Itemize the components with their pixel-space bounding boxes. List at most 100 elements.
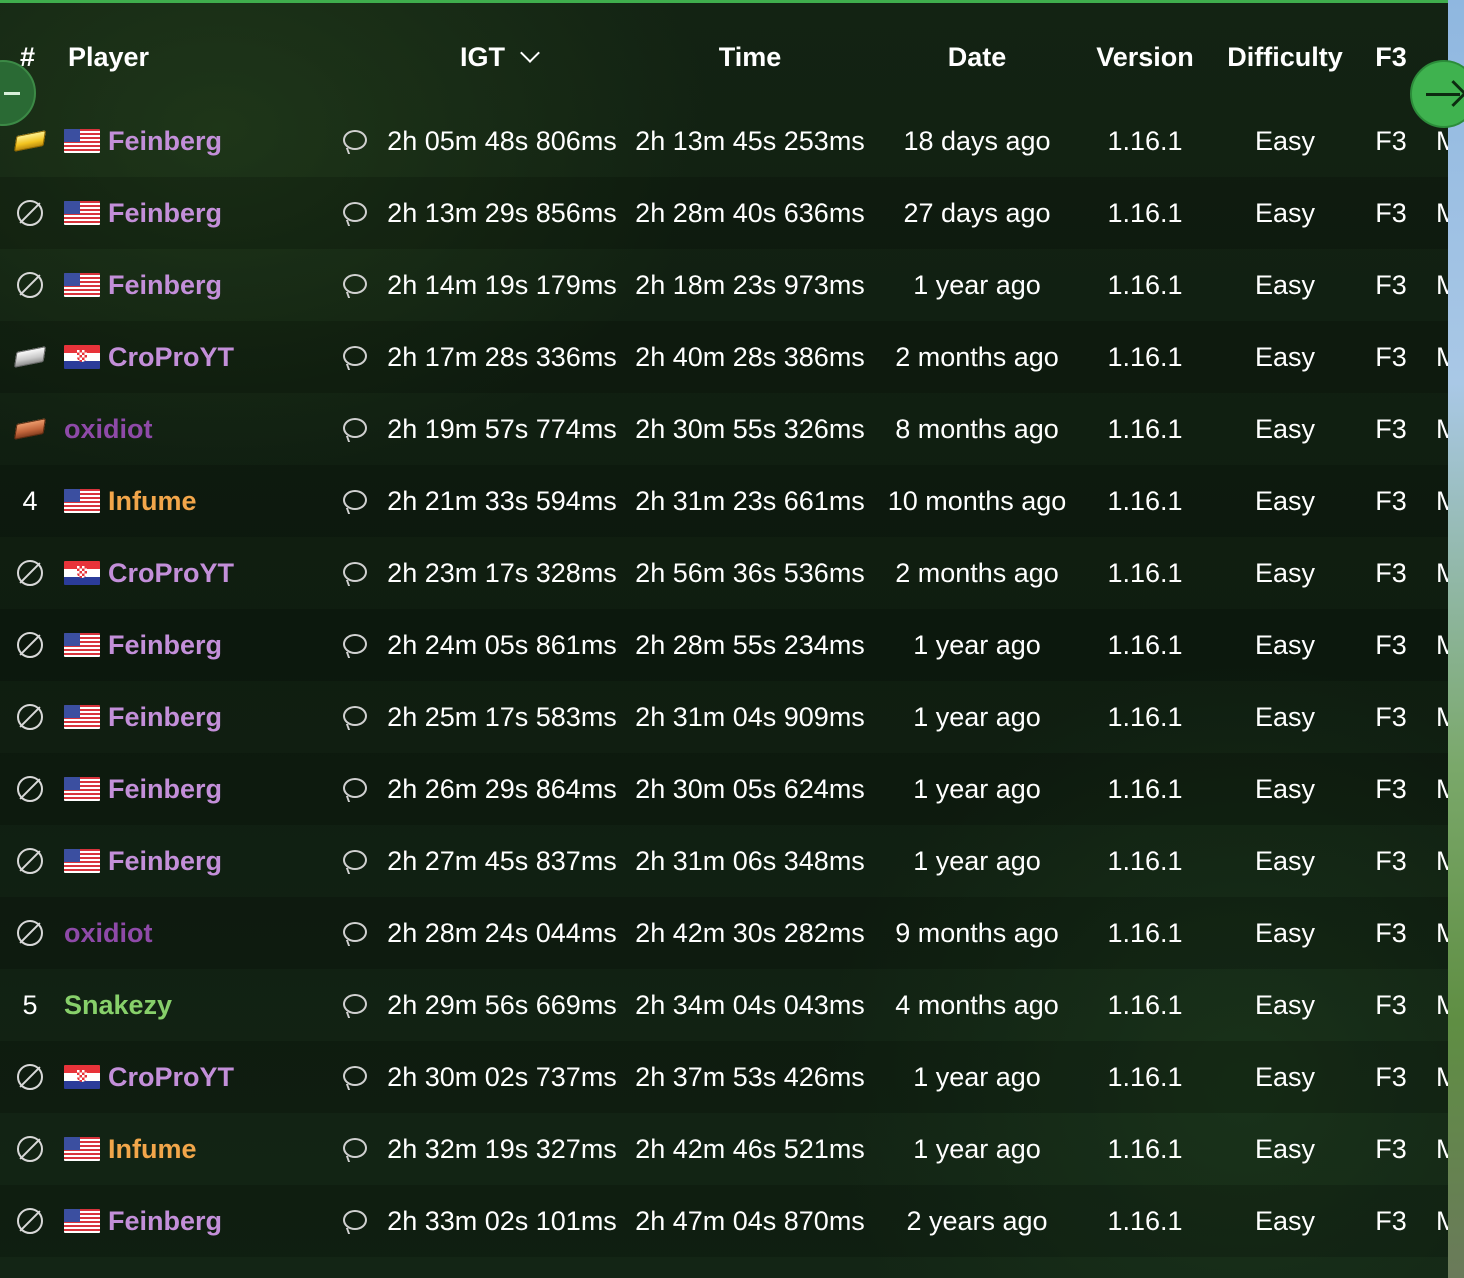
version-cell: 1.16.1 bbox=[1107, 990, 1183, 1020]
table-row[interactable]: Feinberg 2h 14m 19s 179ms 2h 18m 23s 973ms… bbox=[0, 249, 1448, 321]
comment-icon[interactable] bbox=[343, 994, 367, 1014]
f3-cell: F3 bbox=[1375, 558, 1407, 588]
header-time[interactable]: Time bbox=[630, 40, 870, 74]
comment-icon[interactable] bbox=[343, 634, 367, 654]
table-header: # Player IGT Time Date Version Difficult… bbox=[0, 0, 1448, 112]
date-cell: 1 year ago bbox=[913, 774, 1041, 804]
no-symbol-icon bbox=[17, 703, 43, 730]
player-link[interactable]: oxidiot bbox=[64, 393, 153, 465]
version-cell: 1.16.1 bbox=[1107, 1134, 1183, 1164]
player-link[interactable]: Feinberg bbox=[108, 681, 222, 753]
truncated-cell: M bbox=[1436, 558, 1448, 588]
comment-icon[interactable] bbox=[343, 346, 367, 366]
truncated-cell: M bbox=[1436, 486, 1448, 516]
comment-icon[interactable] bbox=[343, 202, 367, 222]
truncated-cell: M bbox=[1436, 702, 1448, 732]
player-link[interactable]: Infume bbox=[108, 465, 197, 537]
comment-icon[interactable] bbox=[343, 562, 367, 582]
time-cell: 2h 31m 23s 661ms bbox=[635, 486, 865, 516]
player-link[interactable]: Feinberg bbox=[108, 249, 222, 321]
difficulty-cell: Easy bbox=[1254, 126, 1316, 156]
date-cell: 1 year ago bbox=[913, 846, 1041, 876]
no-symbol-icon bbox=[17, 919, 43, 946]
player-link[interactable]: CroProYT bbox=[108, 321, 234, 393]
truncated-cell: M bbox=[1436, 1134, 1448, 1164]
table-row[interactable]: Feinberg 2h 05m 48s 806ms 2h 13m 45s 253ms… bbox=[0, 105, 1448, 177]
table-row[interactable]: CroProYT 2h 17m 28s 336ms 2h 40m 28s 386ms… bbox=[0, 321, 1448, 393]
header-igt-sort[interactable]: IGT bbox=[460, 40, 540, 74]
truncated-cell: M bbox=[1436, 774, 1448, 804]
table-row[interactable]: oxidiot 2h 19m 57s 774ms 2h 30m 55s 326ms 8… bbox=[0, 393, 1448, 465]
comment-icon[interactable] bbox=[343, 922, 367, 942]
no-symbol-icon bbox=[17, 775, 43, 802]
player-link[interactable]: oxidiot bbox=[64, 897, 153, 969]
us-flag-icon bbox=[64, 489, 100, 513]
player-link[interactable]: Feinberg bbox=[108, 609, 222, 681]
comment-icon[interactable] bbox=[343, 778, 367, 798]
player-link[interactable]: CroProYT bbox=[108, 1041, 234, 1113]
comment-icon[interactable] bbox=[343, 706, 367, 726]
f3-cell: F3 bbox=[1375, 846, 1407, 876]
chevron-down-icon bbox=[520, 43, 540, 63]
difficulty-cell: Easy bbox=[1254, 990, 1316, 1020]
header-difficulty[interactable]: Difficulty bbox=[1215, 40, 1355, 74]
table-row[interactable]: Feinberg 2h 25m 17s 583ms 2h 31m 04s 909ms… bbox=[0, 681, 1448, 753]
us-flag-icon bbox=[64, 1137, 100, 1161]
time-cell: 2h 30m 05s 624ms bbox=[635, 774, 865, 804]
difficulty-cell: Easy bbox=[1254, 702, 1316, 732]
difficulty-cell: Easy bbox=[1254, 486, 1316, 516]
table-row[interactable]: Feinberg 2h 33m 02s 101ms 2h 47m 04s 870ms… bbox=[0, 1185, 1448, 1257]
truncated-cell: M bbox=[1436, 630, 1448, 660]
table-row[interactable]: 4 Infume 2h 21m 33s 594ms 2h 31m 23s 661ms 1… bbox=[0, 465, 1448, 537]
no-symbol-icon bbox=[17, 1063, 43, 1090]
rank-cell bbox=[0, 609, 60, 681]
table-row[interactable]: Feinberg 2h 24m 05s 861ms 2h 28m 55s 234ms… bbox=[0, 609, 1448, 681]
rank-cell bbox=[0, 1113, 60, 1185]
table-row[interactable]: Feinberg 2h 26m 29s 864ms 2h 30m 05s 624ms… bbox=[0, 753, 1448, 825]
comment-icon[interactable] bbox=[343, 1138, 367, 1158]
table-row[interactable]: Feinberg 2h 27m 45s 837ms 2h 31m 06s 348ms… bbox=[0, 825, 1448, 897]
rank-cell: 5 bbox=[0, 969, 60, 1041]
no-symbol-icon bbox=[17, 1207, 43, 1234]
table-row[interactable]: oxidiot 2h 28m 24s 044ms 2h 42m 30s 282ms 9… bbox=[0, 897, 1448, 969]
comment-icon[interactable] bbox=[343, 130, 367, 150]
igt-cell: 2h 05m 48s 806ms bbox=[387, 126, 617, 156]
f3-cell: F3 bbox=[1375, 1206, 1407, 1236]
player-link[interactable]: Feinberg bbox=[108, 1185, 222, 1257]
comment-icon[interactable] bbox=[343, 490, 367, 510]
version-cell: 1.16.1 bbox=[1107, 342, 1183, 372]
no-symbol-icon bbox=[17, 559, 43, 586]
player-link[interactable]: CroProYT bbox=[108, 537, 234, 609]
rank-cell bbox=[0, 537, 60, 609]
table-row[interactable]: Feinberg 2h 13m 29s 856ms 2h 28m 40s 636ms… bbox=[0, 177, 1448, 249]
header-f3[interactable]: F3 bbox=[1360, 40, 1422, 74]
us-flag-icon bbox=[64, 633, 100, 657]
player-link[interactable]: Snakezy bbox=[64, 969, 172, 1041]
player-link[interactable]: Infume bbox=[108, 1113, 197, 1185]
version-cell: 1.16.1 bbox=[1107, 702, 1183, 732]
comment-icon[interactable] bbox=[343, 850, 367, 870]
header-version[interactable]: Version bbox=[1090, 40, 1200, 74]
difficulty-cell: Easy bbox=[1254, 414, 1316, 444]
comment-icon[interactable] bbox=[343, 418, 367, 438]
player-link[interactable]: Feinberg bbox=[108, 177, 222, 249]
table-row[interactable]: 5 Snakezy 2h 29m 56s 669ms 2h 34m 04s 043ms… bbox=[0, 969, 1448, 1041]
rank-cell bbox=[0, 177, 60, 249]
comment-icon[interactable] bbox=[343, 1066, 367, 1086]
comment-icon[interactable] bbox=[343, 274, 367, 294]
player-link[interactable]: Feinberg bbox=[108, 825, 222, 897]
igt-cell: 2h 30m 02s 737ms bbox=[387, 1062, 617, 1092]
player-link[interactable]: Feinberg bbox=[108, 105, 222, 177]
igt-cell: 2h 27m 45s 837ms bbox=[387, 846, 617, 876]
f3-cell: F3 bbox=[1375, 126, 1407, 156]
no-symbol-icon bbox=[17, 631, 43, 658]
version-cell: 1.16.1 bbox=[1107, 846, 1183, 876]
table-row[interactable]: CroProYT 2h 23m 17s 328ms 2h 56m 36s 536ms… bbox=[0, 537, 1448, 609]
comment-icon[interactable] bbox=[343, 1210, 367, 1230]
version-cell: 1.16.1 bbox=[1107, 486, 1183, 516]
table-row[interactable]: CroProYT 2h 30m 02s 737ms 2h 37m 53s 426ms… bbox=[0, 1041, 1448, 1113]
header-date[interactable]: Date bbox=[877, 40, 1077, 74]
table-row[interactable]: Infume 2h 32m 19s 327ms 2h 42m 46s 521ms 1 … bbox=[0, 1113, 1448, 1185]
player-link[interactable]: Feinberg bbox=[108, 753, 222, 825]
us-flag-icon bbox=[64, 777, 100, 801]
